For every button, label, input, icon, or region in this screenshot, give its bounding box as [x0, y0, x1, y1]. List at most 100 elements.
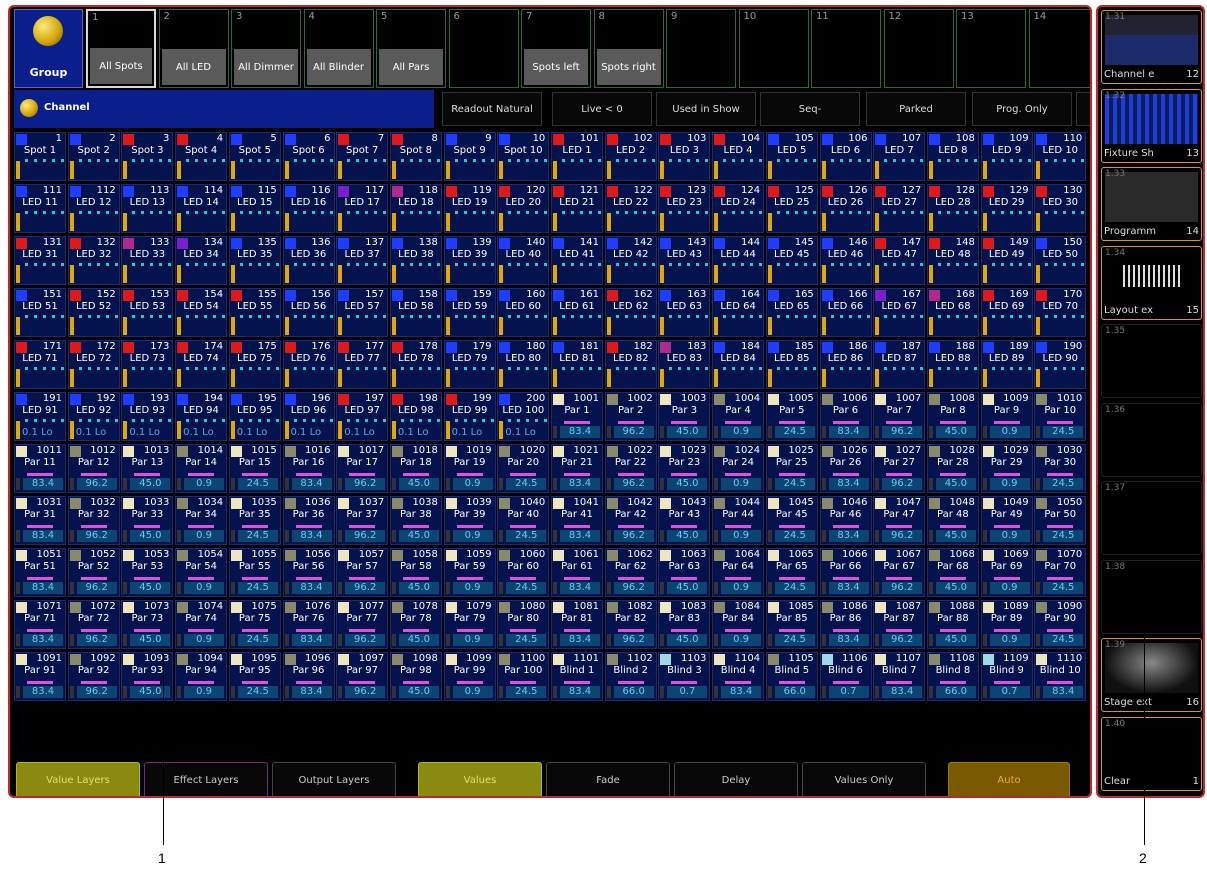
view-button-1.34[interactable]: 1.34 Layout ex 15 [1101, 245, 1202, 320]
channel-cell[interactable]: 174 LED 74 [175, 340, 228, 389]
channel-cell[interactable]: 2 Spot 2 [67, 132, 120, 181]
channel-cell[interactable]: 181 LED 81 [551, 340, 603, 389]
channel-cell[interactable]: 113 LED 13 [121, 184, 174, 233]
channel-cell[interactable]: 1073 Par 73 45.0 [121, 600, 174, 649]
channel-cell[interactable]: 148 LED 48 [926, 236, 979, 285]
channel-cell[interactable]: 149 LED 49 [980, 236, 1033, 285]
channel-cell[interactable]: 1097 Par 97 96.2 [336, 652, 389, 701]
channel-cell[interactable]: 8 Spot 8 [389, 132, 442, 181]
channel-cell[interactable]: 186 LED 86 [819, 340, 872, 389]
channel-cell[interactable]: 141 LED 41 [551, 236, 603, 285]
group-tile-6[interactable]: 6 [448, 9, 519, 88]
channel-cell[interactable]: 1047 Par 47 96.2 [873, 496, 926, 545]
channel-cell[interactable]: 1070 Par 70 24.5 [1034, 548, 1087, 597]
channel-cell[interactable]: 199 LED 99 0.1 Lo [443, 392, 496, 441]
channel-cell[interactable]: 109 LED 9 [980, 132, 1033, 181]
group-tile-7[interactable]: 7 Spots left [521, 9, 591, 88]
group-tile-9[interactable]: 9 [666, 9, 736, 88]
group-tile-5[interactable]: 5 All Pars [376, 9, 446, 88]
channel-cell[interactable]: 157 LED 57 [336, 288, 389, 337]
channel-cell[interactable]: 1109 Blind 9 0.7 [980, 652, 1033, 701]
channel-cell[interactable]: 1026 Par 26 83.4 [819, 444, 872, 493]
channel-cell[interactable]: 196 LED 96 0.1 Lo [282, 392, 335, 441]
channel-cell[interactable]: 119 LED 19 [443, 184, 496, 233]
channel-cell[interactable]: 1092 Par 92 96.2 [67, 652, 120, 701]
channel-cell[interactable]: 1036 Par 36 83.4 [282, 496, 335, 545]
channel-cell[interactable]: 191 LED 91 0.1 Lo [14, 392, 66, 441]
channel-cell[interactable]: 1043 Par 43 45.0 [658, 496, 711, 545]
channel-cell[interactable]: 1035 Par 35 24.5 [228, 496, 281, 545]
channel-cell[interactable]: 1080 Par 80 24.5 [497, 600, 550, 649]
channel-cell[interactable]: 1068 Par 68 45.0 [926, 548, 979, 597]
channel-cell[interactable]: 176 LED 76 [282, 340, 335, 389]
channel-cell[interactable]: 146 LED 46 [819, 236, 872, 285]
channel-cell[interactable]: 1098 Par 98 45.0 [389, 652, 442, 701]
group-tile-8[interactable]: 8 Spots right [593, 9, 664, 88]
channel-cell[interactable]: 1102 Blind 2 66.0 [604, 652, 657, 701]
channel-cell[interactable]: 1054 Par 54 0.9 [175, 548, 228, 597]
channel-cell[interactable]: 1063 Par 63 45.0 [658, 548, 711, 597]
channel-cell[interactable]: 1022 Par 22 96.2 [604, 444, 657, 493]
channel-cell[interactable]: 1079 Par 79 0.9 [443, 600, 496, 649]
channel-cell[interactable]: 121 LED 21 [551, 184, 603, 233]
channel-cell[interactable]: 172 LED 72 [67, 340, 120, 389]
channel-cell[interactable]: 115 LED 15 [228, 184, 281, 233]
channel-cell[interactable]: 1010 Par 10 24.5 [1034, 392, 1087, 441]
channel-cell[interactable]: 144 LED 44 [712, 236, 765, 285]
channel-cell[interactable]: 1084 Par 84 0.9 [712, 600, 765, 649]
channel-cell[interactable]: 136 LED 36 [282, 236, 335, 285]
channel-cell[interactable]: 1018 Par 18 45.0 [389, 444, 442, 493]
view-button-1.36[interactable]: 1.36 [1101, 402, 1202, 477]
channel-cell[interactable]: 1040 Par 40 24.5 [497, 496, 550, 545]
channel-cell[interactable]: 137 LED 37 [336, 236, 389, 285]
group-tile-10[interactable]: 10 [738, 9, 809, 88]
channel-cell[interactable]: 198 LED 98 0.1 Lo [389, 392, 442, 441]
channel-cell[interactable]: 1005 Par 5 24.5 [765, 392, 818, 441]
channel-cell[interactable]: 4 Spot 4 [175, 132, 228, 181]
channel-cell[interactable]: 1093 Par 93 45.0 [121, 652, 174, 701]
channel-cell[interactable]: 132 LED 32 [67, 236, 120, 285]
channel-cell[interactable]: 1086 Par 86 83.4 [819, 600, 872, 649]
channel-cell[interactable]: 1083 Par 83 45.0 [658, 600, 711, 649]
channel-cell[interactable]: 1014 Par 14 0.9 [175, 444, 228, 493]
channel-cell[interactable]: 1030 Par 30 24.5 [1034, 444, 1087, 493]
channel-cell[interactable]: 1044 Par 44 0.9 [712, 496, 765, 545]
channel-cell[interactable]: 1064 Par 64 0.9 [712, 548, 765, 597]
bottom-button-6[interactable]: Delay [674, 762, 798, 796]
channel-cell[interactable]: 1110 Blind 10 83.4 [1034, 652, 1087, 701]
group-tile-11[interactable]: 11 [811, 9, 881, 88]
channel-cell[interactable]: 140 LED 40 [497, 236, 550, 285]
channel-cell[interactable]: 143 LED 43 [658, 236, 711, 285]
channel-cell[interactable]: 1078 Par 78 45.0 [389, 600, 442, 649]
channel-cell[interactable]: 1099 Par 99 0.9 [443, 652, 496, 701]
channel-cell[interactable]: 165 LED 65 [765, 288, 818, 337]
view-button-1.39[interactable]: 1.39 Stage ext 16 [1101, 638, 1202, 712]
channel-cell[interactable]: 1046 Par 46 83.4 [819, 496, 872, 545]
channel-cell[interactable]: 1021 Par 21 83.4 [551, 444, 603, 493]
channel-cell[interactable]: 1059 Par 59 0.9 [443, 548, 496, 597]
view-button-1.31[interactable]: 1.31 Channel e 12 [1101, 10, 1202, 84]
channel-cell[interactable]: 1024 Par 24 0.9 [712, 444, 765, 493]
channel-cell[interactable]: 1072 Par 72 96.2 [67, 600, 120, 649]
channel-cell[interactable]: 1051 Par 51 83.4 [14, 548, 66, 597]
channel-cell[interactable]: 178 LED 78 [389, 340, 442, 389]
channel-cell[interactable]: 1019 Par 19 0.9 [443, 444, 496, 493]
channel-cell[interactable]: 106 LED 6 [819, 132, 872, 181]
channel-cell[interactable]: 128 LED 28 [926, 184, 979, 233]
channel-cell[interactable]: 1095 Par 95 24.5 [228, 652, 281, 701]
channel-header-button-5[interactable]: Parked [866, 92, 966, 126]
channel-cell[interactable]: 1076 Par 76 83.4 [282, 600, 335, 649]
channel-cell[interactable]: 161 LED 61 [551, 288, 603, 337]
group-tile-3[interactable]: 3 All Dimmer [231, 9, 301, 88]
channel-cell[interactable]: 1061 Par 61 83.4 [551, 548, 603, 597]
channel-cell[interactable]: 1002 Par 2 96.2 [604, 392, 657, 441]
channel-cell[interactable]: 1027 Par 27 96.2 [873, 444, 926, 493]
channel-cell[interactable]: 168 LED 68 [926, 288, 979, 337]
channel-cell[interactable]: 122 LED 22 [604, 184, 657, 233]
channel-cell[interactable]: 1 Spot 1 [14, 132, 66, 181]
channel-cell[interactable]: 131 LED 31 [14, 236, 66, 285]
channel-cell[interactable]: 192 LED 92 0.1 Lo [67, 392, 120, 441]
channel-cell[interactable]: 189 LED 89 [980, 340, 1033, 389]
channel-header-button-7[interactable]: Channel Sort [1076, 92, 1090, 126]
bottom-button-8[interactable]: Auto [948, 762, 1070, 796]
